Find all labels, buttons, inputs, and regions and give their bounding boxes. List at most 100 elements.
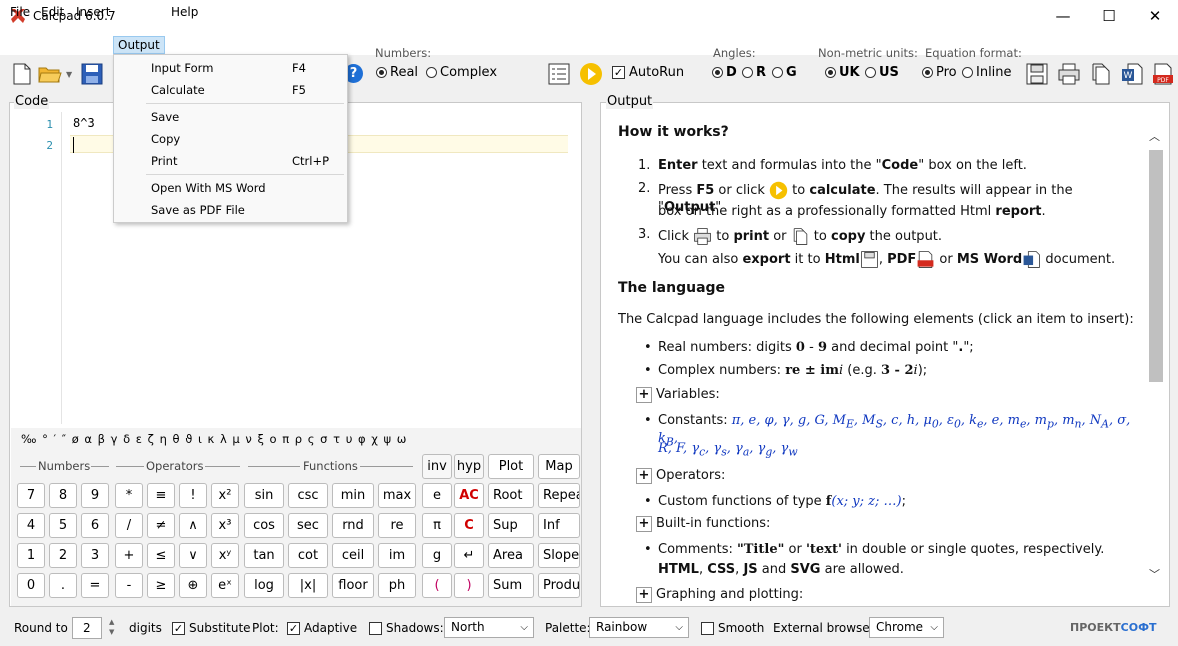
angle-grad-radio[interactable]: G xyxy=(772,65,797,80)
keyboard-key[interactable]: ( xyxy=(422,573,452,598)
angle-rad-radio[interactable]: R xyxy=(742,65,766,80)
real-radio-mark[interactable] xyxy=(376,67,387,78)
menu-calculate[interactable]: Calculate F5 xyxy=(115,79,348,101)
plot-key[interactable]: Plot xyxy=(488,454,534,479)
keyboard-key[interactable]: ≤ xyxy=(147,543,175,568)
angle-deg-radio[interactable]: D xyxy=(712,65,737,80)
keyboard-key[interactable]: ∧ xyxy=(179,513,207,538)
keyboard-key[interactable]: e xyxy=(422,483,452,508)
expand-variables-button[interactable]: + xyxy=(636,387,652,403)
menu-input-form[interactable]: Input Form F4 xyxy=(115,57,348,79)
menu-edit[interactable]: Edit xyxy=(37,3,68,21)
angle-rad-mark[interactable] xyxy=(742,67,753,78)
keyboard-key[interactable]: / xyxy=(115,513,143,538)
constants-item-cont[interactable]: R, F, γc, γs, γa, γg, γw xyxy=(618,441,1138,466)
keyboard-key[interactable]: 9 xyxy=(81,483,109,508)
keyboard-key[interactable]: ≡ xyxy=(147,483,175,508)
keyboard-key[interactable]: ⊕ xyxy=(179,573,207,598)
keyboard-key[interactable]: sin xyxy=(244,483,284,508)
keyboard-key[interactable]: cot xyxy=(288,543,328,568)
angle-deg-mark[interactable] xyxy=(712,67,723,78)
menu-copy[interactable]: Copy xyxy=(115,128,348,150)
keyboard-key[interactable]: im xyxy=(378,543,416,568)
digits-spinner-icon[interactable]: ▲ ▼ xyxy=(109,617,114,637)
smooth-checkbox[interactable]: Smooth xyxy=(701,621,764,635)
adaptive-checkbox[interactable]: ✓ Adaptive xyxy=(287,621,357,635)
pdf-icon[interactable]: PDF xyxy=(1151,62,1175,86)
keyboard-key[interactable]: * xyxy=(115,483,143,508)
copy-icon[interactable] xyxy=(791,227,810,246)
keyboard-key[interactable]: Repeat xyxy=(538,483,580,508)
keyboard-key[interactable]: re xyxy=(378,513,416,538)
calculate-play-icon[interactable] xyxy=(579,62,603,86)
keyboard-key[interactable]: ) xyxy=(454,573,484,598)
hyp-key[interactable]: hyp xyxy=(454,454,484,479)
keyboard-key[interactable]: xʸ xyxy=(211,543,239,568)
new-file-icon[interactable] xyxy=(10,62,34,86)
complex-numbers-item[interactable]: • Complex numbers: re ± imi (e.g. 3 - 2i)… xyxy=(618,363,1138,385)
keyboard-key[interactable]: - xyxy=(115,573,143,598)
keyboard-key[interactable]: Product xyxy=(538,573,580,598)
keyboard-key[interactable]: eˣ xyxy=(211,573,239,598)
scroll-thumb[interactable] xyxy=(1149,150,1163,382)
keyboard-key[interactable]: g xyxy=(422,543,452,568)
print-icon[interactable] xyxy=(693,227,712,246)
save-html-icon[interactable] xyxy=(1025,62,1049,86)
autorun-check-mark[interactable]: ✓ xyxy=(612,66,625,79)
units-uk-radio[interactable]: UK xyxy=(825,65,860,80)
keyboard-key[interactable]: min xyxy=(332,483,374,508)
open-folder-icon[interactable] xyxy=(38,62,62,86)
save-html-icon[interactable] xyxy=(860,250,879,269)
copy-icon[interactable] xyxy=(1089,62,1113,86)
format-pro-radio[interactable]: Pro xyxy=(922,65,957,80)
keyboard-key[interactable]: 0 xyxy=(17,573,45,598)
keyboard-key[interactable]: x³ xyxy=(211,513,239,538)
expand-operators-button[interactable]: + xyxy=(636,468,652,484)
keyboard-key[interactable]: . xyxy=(49,573,77,598)
pdf-icon[interactable] xyxy=(916,250,935,269)
keyboard-key[interactable]: 2 xyxy=(49,543,77,568)
format-inline-mark[interactable] xyxy=(962,67,973,78)
menu-insert[interactable]: Insert xyxy=(72,3,114,21)
shadows-select[interactable]: North ⌵ xyxy=(444,617,534,638)
graphing-item[interactable]: + Graphing and plotting: xyxy=(618,587,1138,610)
keyboard-key[interactable]: Sum xyxy=(488,573,534,598)
keyboard-key[interactable]: 1 xyxy=(17,543,45,568)
format-inline-radio[interactable]: Inline xyxy=(962,65,1012,80)
keyboard-key[interactable]: + xyxy=(115,543,143,568)
shadows-check-mark[interactable] xyxy=(369,621,382,635)
keyboard-key[interactable]: = xyxy=(81,573,109,598)
real-radio[interactable]: Real xyxy=(376,65,418,80)
keyboard-key[interactable]: |x| xyxy=(288,573,328,598)
keyboard-key[interactable]: ! xyxy=(179,483,207,508)
round-digits-input[interactable]: 2 xyxy=(72,617,102,639)
keyboard-key[interactable]: π xyxy=(422,513,452,538)
constants-item[interactable]: • Constants: π, e, φ, γ, g, G, ME, MS, c,… xyxy=(618,413,1138,448)
scroll-down-icon[interactable]: ﹀ xyxy=(1149,566,1160,582)
keyboard-key[interactable]: log xyxy=(244,573,284,598)
expand-graphing-button[interactable]: + xyxy=(636,587,652,603)
keyboard-key[interactable]: floor xyxy=(332,573,374,598)
menu-file[interactable]: File xyxy=(6,3,34,21)
save-icon[interactable] xyxy=(80,62,104,86)
menu-open-ms-word[interactable]: Open With MS Word xyxy=(115,177,348,199)
ms-word-icon[interactable]: W xyxy=(1120,62,1144,86)
adaptive-check-mark[interactable]: ✓ xyxy=(287,621,300,635)
operators-item[interactable]: + Operators: xyxy=(618,468,1138,491)
keyboard-key[interactable]: ≥ xyxy=(147,573,175,598)
keyboard-key[interactable]: max xyxy=(378,483,416,508)
keyboard-key[interactable]: ∨ xyxy=(179,543,207,568)
comments-item[interactable]: • Comments: "Title" or 'text' in double o… xyxy=(618,542,1138,562)
menu-save-pdf[interactable]: Save as PDF File xyxy=(115,199,348,221)
map-key[interactable]: Map xyxy=(538,454,580,479)
maximize-button[interactable]: ☐ xyxy=(1086,0,1132,33)
real-numbers-item[interactable]: • Real numbers: digits 0 - 9 and decimal … xyxy=(618,340,1138,360)
keyboard-key[interactable]: 3 xyxy=(81,543,109,568)
browser-select[interactable]: Chrome ⌵ xyxy=(869,617,944,638)
calculate-play-icon[interactable] xyxy=(769,181,788,200)
keyboard-key[interactable]: Sup xyxy=(488,513,534,538)
keyboard-key[interactable]: AC xyxy=(454,483,484,508)
keyboard-key[interactable]: csc xyxy=(288,483,328,508)
keyboard-key[interactable]: x² xyxy=(211,483,239,508)
units-uk-mark[interactable] xyxy=(825,67,836,78)
